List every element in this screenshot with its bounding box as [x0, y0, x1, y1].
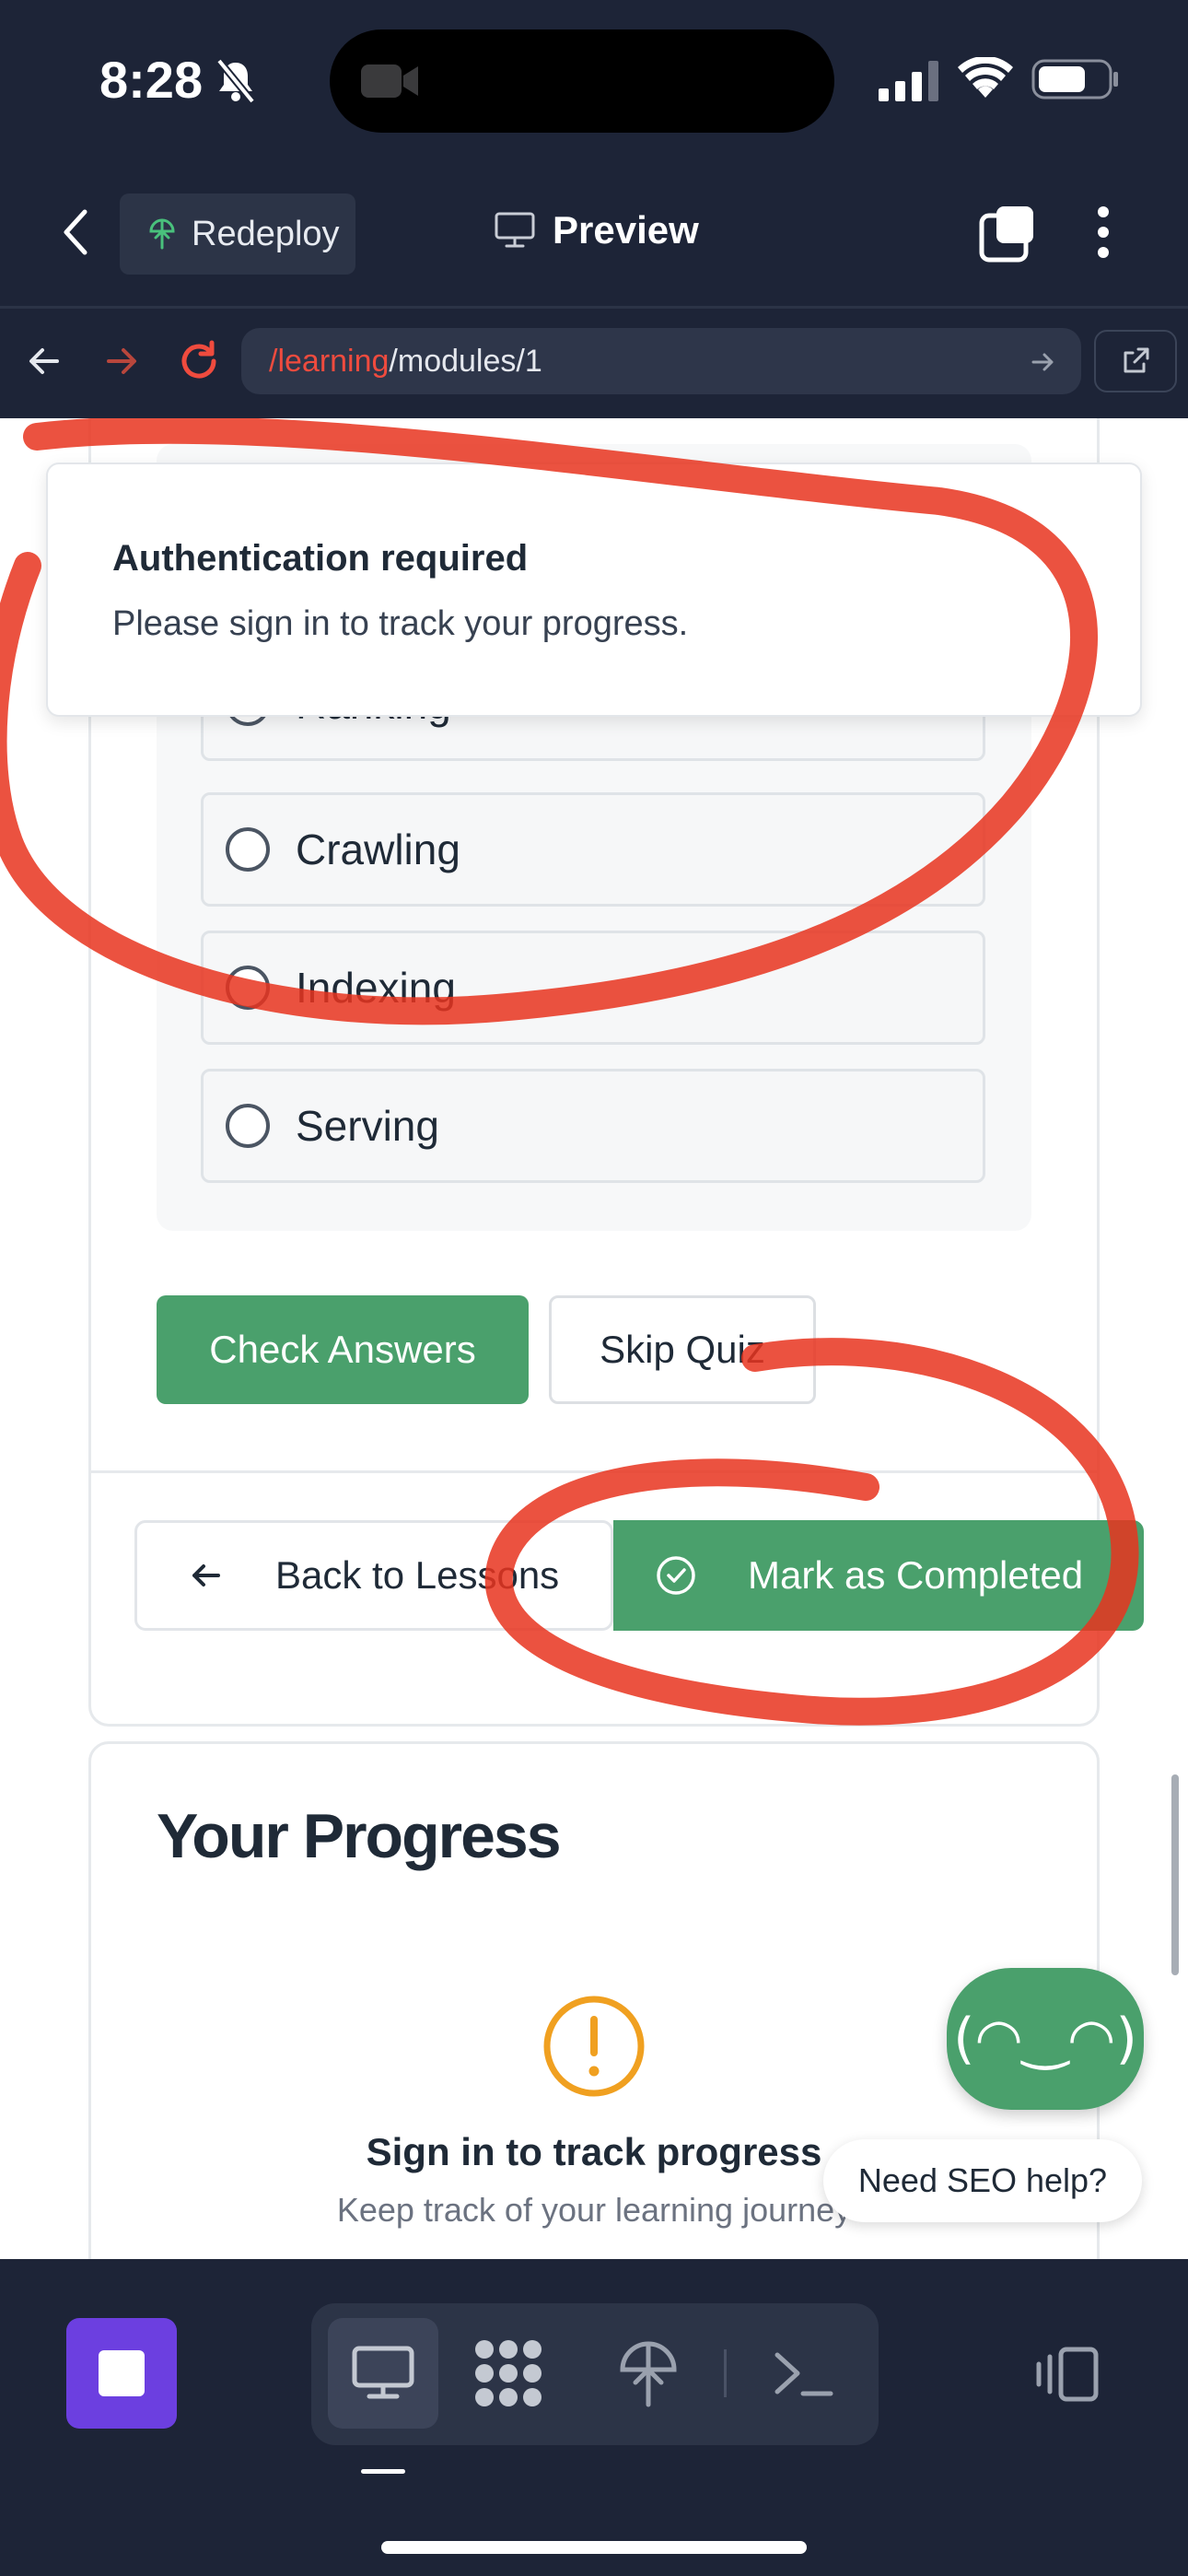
bell-muted-icon — [215, 58, 256, 104]
wifi-icon — [958, 57, 1013, 98]
preview-tab[interactable]: Preview — [494, 208, 699, 252]
url-go-arrow-icon[interactable] — [1030, 348, 1057, 376]
preview-label: Preview — [553, 208, 699, 252]
desktop-view-button[interactable] — [328, 2318, 438, 2429]
more-vertical-icon[interactable] — [1092, 205, 1114, 260]
home-indicator[interactable] — [381, 2541, 807, 2554]
redeploy-button[interactable]: Redeploy — [120, 193, 355, 275]
arrow-left-icon[interactable] — [26, 343, 63, 380]
deploy-icon[interactable] — [615, 2336, 681, 2410]
panel-toggle-icon[interactable] — [1033, 2346, 1100, 2403]
reload-icon[interactable] — [175, 337, 223, 385]
url-field[interactable]: /learning/modules/1 — [241, 328, 1081, 394]
active-tab-indicator — [361, 2469, 405, 2474]
arrow-right-icon[interactable] — [103, 343, 140, 380]
toolbar-divider — [724, 2349, 727, 2397]
status-time: 8:28 — [99, 51, 204, 109]
apps-grid-icon[interactable] — [472, 2336, 545, 2410]
stop-button[interactable] — [66, 2318, 177, 2429]
external-link-icon — [1124, 347, 1149, 373]
url-path-rest: /modules/1 — [389, 343, 542, 379]
open-external-button[interactable] — [1094, 330, 1177, 392]
monitor-icon — [495, 212, 535, 248]
url-path-accent: /learning — [269, 343, 390, 379]
desktop-icon — [352, 2346, 414, 2399]
preview-viewport: Ranking Crawling Indexing Serving Check … — [0, 418, 1188, 2259]
tabs-switcher-icon[interactable] — [978, 205, 1037, 263]
back-chevron-icon[interactable] — [57, 205, 94, 260]
annotation-circle-toast — [0, 418, 1099, 1025]
camera-icon — [361, 64, 418, 98]
annotation-circle-completed — [484, 1338, 1139, 1726]
deploy-tree-icon — [149, 218, 175, 250]
stop-icon — [99, 2350, 145, 2396]
redeploy-label: Redeploy — [192, 214, 340, 253]
annotation-strokes — [0, 418, 1139, 1726]
terminal-icon[interactable] — [770, 2346, 834, 2401]
battery-icon — [1031, 59, 1118, 100]
cellular-signal-icon — [879, 61, 938, 101]
